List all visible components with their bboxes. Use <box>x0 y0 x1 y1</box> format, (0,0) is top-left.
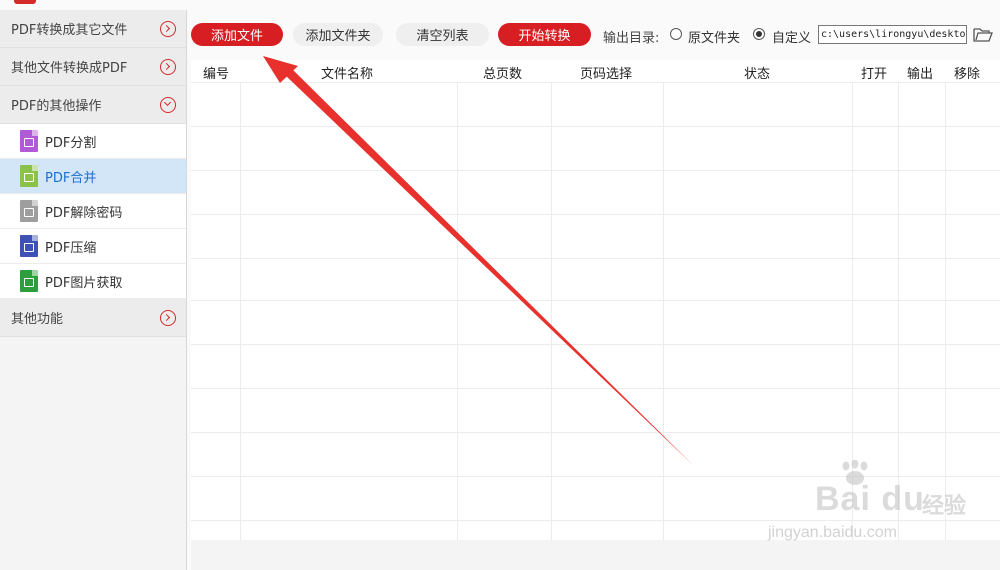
column-header-output: 输出 <box>907 67 934 82</box>
grid-row-line <box>191 300 1000 301</box>
app-logo-fragment <box>14 0 36 4</box>
radio-original-folder[interactable] <box>670 28 682 40</box>
output-path-field[interactable]: c:\users\lirongyu\desktop <box>818 25 967 44</box>
watermark-url: jingyan.baidu.com <box>768 524 897 541</box>
grid-row-line <box>191 126 1000 127</box>
sidebar-item-pdf-split[interactable]: PDF分割 <box>0 124 186 159</box>
grid-row-line <box>191 170 1000 171</box>
output-dir-label: 输出目录: <box>603 31 660 46</box>
sidebar-category-label: 其他文件转换成PDF <box>11 61 128 76</box>
sidebar-category-other-to-pdf[interactable]: 其他文件转换成PDF <box>0 48 186 86</box>
radio-original-label: 原文件夹 <box>688 31 741 46</box>
sidebar-category-pdf-other-ops[interactable]: PDF的其他操作 <box>0 86 186 124</box>
clear-list-button[interactable]: 清空列表 <box>396 23 489 46</box>
add-file-button[interactable]: 添加文件 <box>191 23 283 46</box>
grid-row-line <box>191 432 1000 433</box>
column-header-filename: 文件名称 <box>321 67 374 82</box>
sidebar-category-label: PDF的其他操作 <box>11 99 102 114</box>
grid-row-line <box>191 214 1000 215</box>
sidebar-item-pdf-image[interactable]: PDF图片获取 <box>0 264 186 299</box>
sidebar-item-pdf-unlock[interactable]: PDF解除密码 <box>0 194 186 229</box>
watermark-brand: Bai du <box>815 480 925 518</box>
sidebar-category-pdf-to-other[interactable]: PDF转换成其它文件 <box>0 10 186 48</box>
add-folder-button[interactable]: 添加文件夹 <box>293 23 383 46</box>
column-header-total-pages: 总页数 <box>483 67 523 82</box>
grid-column-line <box>457 82 458 540</box>
chevron-down-icon[interactable] <box>160 96 176 113</box>
sidebar-category-label: PDF转换成其它文件 <box>11 23 128 38</box>
column-header-open: 打开 <box>861 67 888 82</box>
grid-column-line <box>663 82 664 540</box>
grid-row-line <box>191 388 1000 389</box>
pdf-unlock-icon <box>20 200 38 222</box>
sidebar-category-label: 其他功能 <box>11 312 64 327</box>
pdf-compress-icon <box>20 235 38 257</box>
folder-open-icon[interactable] <box>973 26 993 43</box>
table-header: 编号 文件名称 总页数 页码选择 状态 打开 输出 移除 <box>191 60 1000 82</box>
chevron-right-icon[interactable] <box>160 20 176 37</box>
baidu-watermark: Bai du 经验 jingyan.baidu.com <box>760 458 1000 570</box>
column-header-remove: 移除 <box>954 67 981 82</box>
window-top-strip <box>0 0 1000 10</box>
pdf-image-icon <box>20 270 38 292</box>
start-convert-button[interactable]: 开始转换 <box>498 23 591 46</box>
grid-column-line <box>551 82 552 540</box>
sidebar-item-pdf-compress[interactable]: PDF压缩 <box>0 229 186 264</box>
radio-custom-label: 自定义 <box>772 31 812 46</box>
column-header-number: 编号 <box>203 67 230 82</box>
sidebar-item-label: PDF解除密码 <box>45 205 123 221</box>
sidebar-item-label: PDF分割 <box>45 135 97 151</box>
column-header-page-select: 页码选择 <box>580 67 633 82</box>
chevron-right-icon[interactable] <box>160 309 176 326</box>
sidebar-item-label: PDF图片获取 <box>45 275 123 291</box>
grid-row-line <box>191 258 1000 259</box>
chevron-right-icon[interactable] <box>160 58 176 75</box>
watermark-cn: 经验 <box>922 494 967 519</box>
grid-row-line <box>191 82 1000 83</box>
radio-custom[interactable] <box>753 28 765 40</box>
sidebar-item-label: PDF压缩 <box>45 240 97 256</box>
pdf-split-icon <box>20 130 38 152</box>
sidebar-item-pdf-merge[interactable]: PDF合并 <box>0 159 186 194</box>
toolbar: 添加文件 添加文件夹 清空列表 开始转换 输出目录: 原文件夹 自定义 c:\u… <box>187 10 1000 60</box>
column-header-status: 状态 <box>744 67 771 82</box>
sidebar: PDF转换成其它文件 其他文件转换成PDF PDF的其他操作 PDF分割 PDF… <box>0 10 187 570</box>
sidebar-category-other-features[interactable]: 其他功能 <box>0 299 186 337</box>
grid-row-line <box>191 344 1000 345</box>
sidebar-item-label: PDF合并 <box>45 170 97 186</box>
grid-column-line <box>240 82 241 540</box>
pdf-merge-icon <box>20 165 38 187</box>
